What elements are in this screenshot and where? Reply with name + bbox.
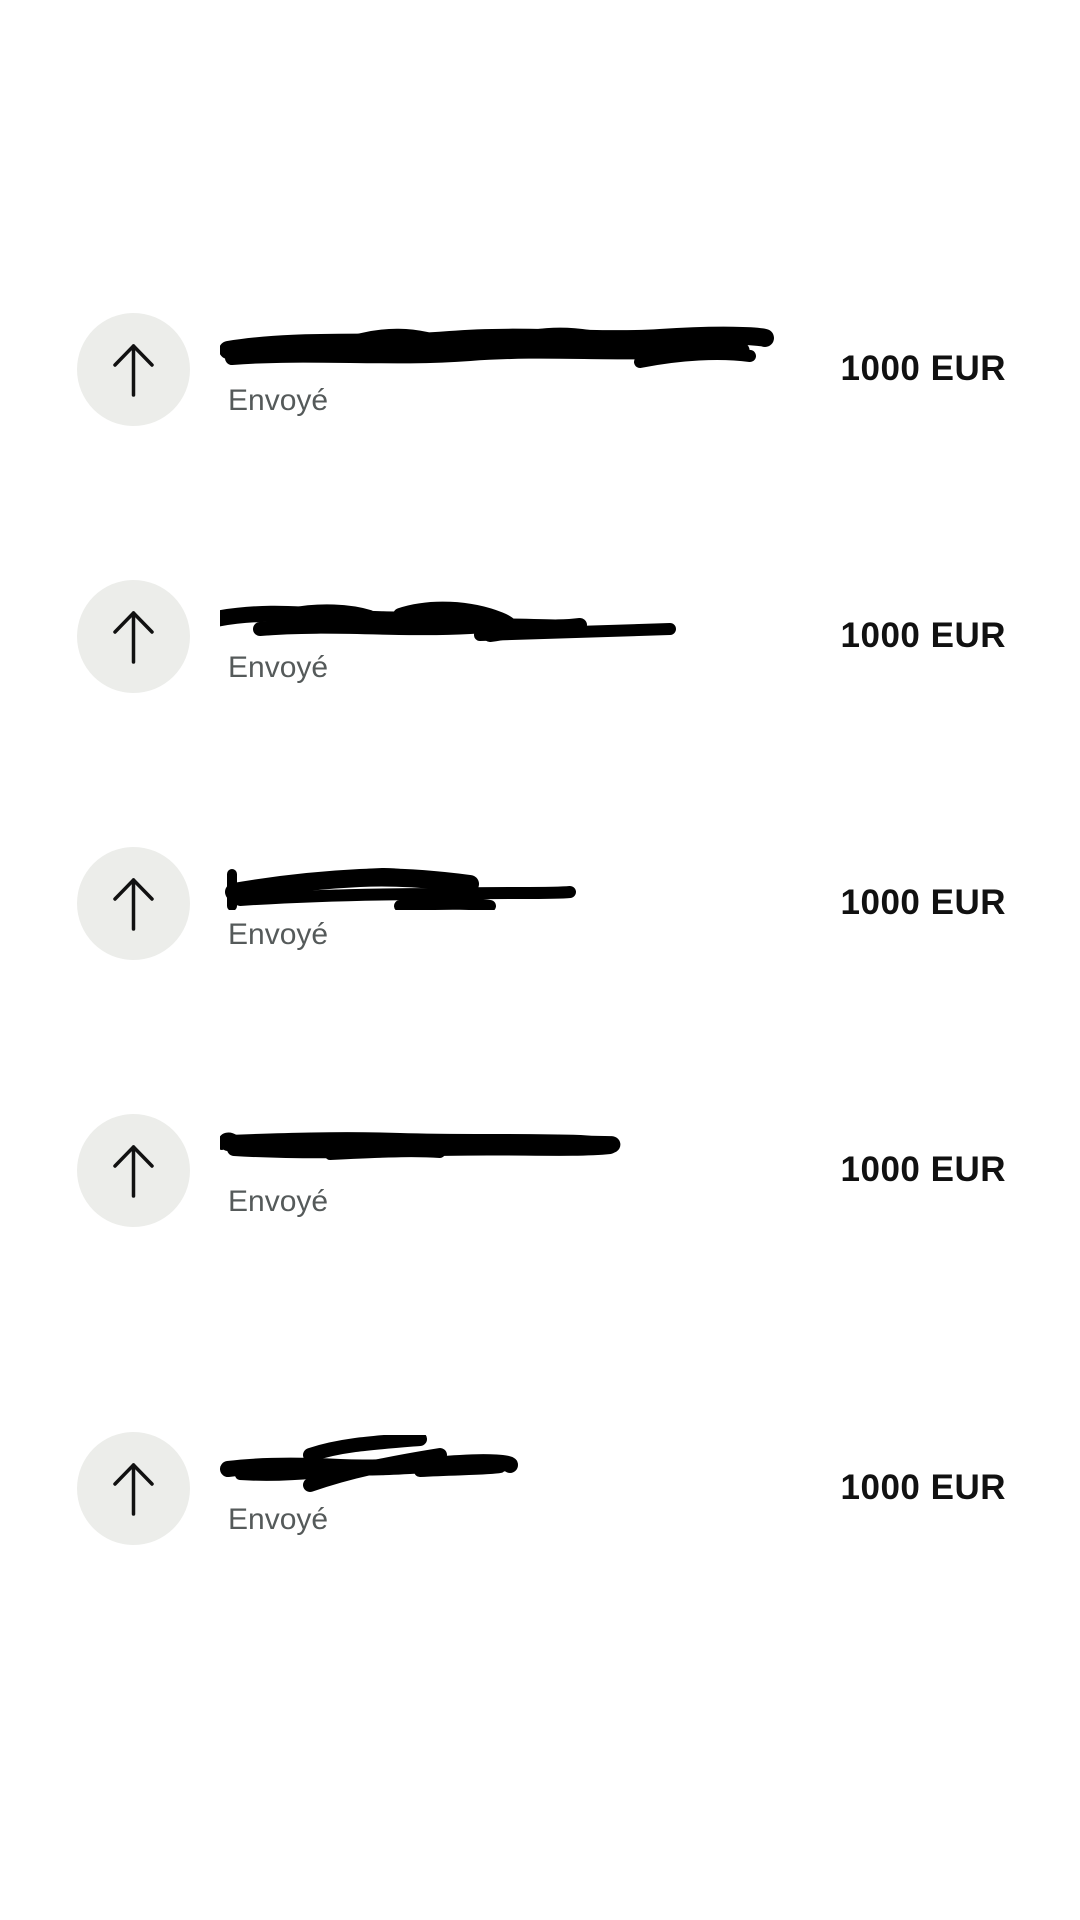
transactions-list: Envoyé 1000 EUR Envoyé 1000 EUR Envoyé 1… — [0, 0, 1080, 1920]
arrow-up-icon — [77, 1432, 190, 1545]
redaction-scribble — [220, 1132, 621, 1160]
transaction-row[interactable]: Envoyé 1000 EUR — [0, 830, 1080, 980]
transaction-row[interactable]: Envoyé 1000 EUR — [0, 1097, 1080, 1247]
transaction-status: Envoyé — [228, 651, 329, 684]
transaction-status: Envoyé — [228, 384, 329, 417]
arrow-up-icon — [77, 580, 190, 693]
transaction-recipient-name-redacted — [220, 583, 780, 643]
transaction-status: Envoyé — [228, 918, 329, 951]
transaction-recipient-name-redacted — [220, 850, 780, 910]
redaction-scribble — [220, 1435, 518, 1492]
transaction-amount: 1000 EUR — [840, 1150, 1006, 1189]
transaction-recipient-name-redacted — [220, 316, 780, 376]
transaction-amount: 1000 EUR — [840, 349, 1006, 388]
transaction-amount: 1000 EUR — [840, 883, 1006, 922]
transaction-row[interactable]: Envoyé 1000 EUR — [0, 563, 1080, 713]
transaction-recipient-name-redacted — [220, 1117, 780, 1177]
arrow-up-icon — [77, 847, 190, 960]
transaction-status: Envoyé — [228, 1185, 329, 1218]
arrow-up-icon — [77, 313, 190, 426]
transaction-amount: 1000 EUR — [840, 616, 1006, 655]
redaction-scribble — [220, 601, 676, 642]
transaction-status: Envoyé — [228, 1503, 329, 1536]
transaction-row[interactable]: Envoyé 1000 EUR — [0, 296, 1080, 446]
transaction-row[interactable]: Envoyé 1000 EUR — [0, 1415, 1080, 1565]
redaction-scribble — [225, 868, 576, 910]
transaction-amount: 1000 EUR — [840, 1468, 1006, 1507]
transaction-recipient-name-redacted — [220, 1435, 780, 1495]
arrow-up-icon — [77, 1114, 190, 1227]
redaction-scribble — [220, 326, 774, 368]
